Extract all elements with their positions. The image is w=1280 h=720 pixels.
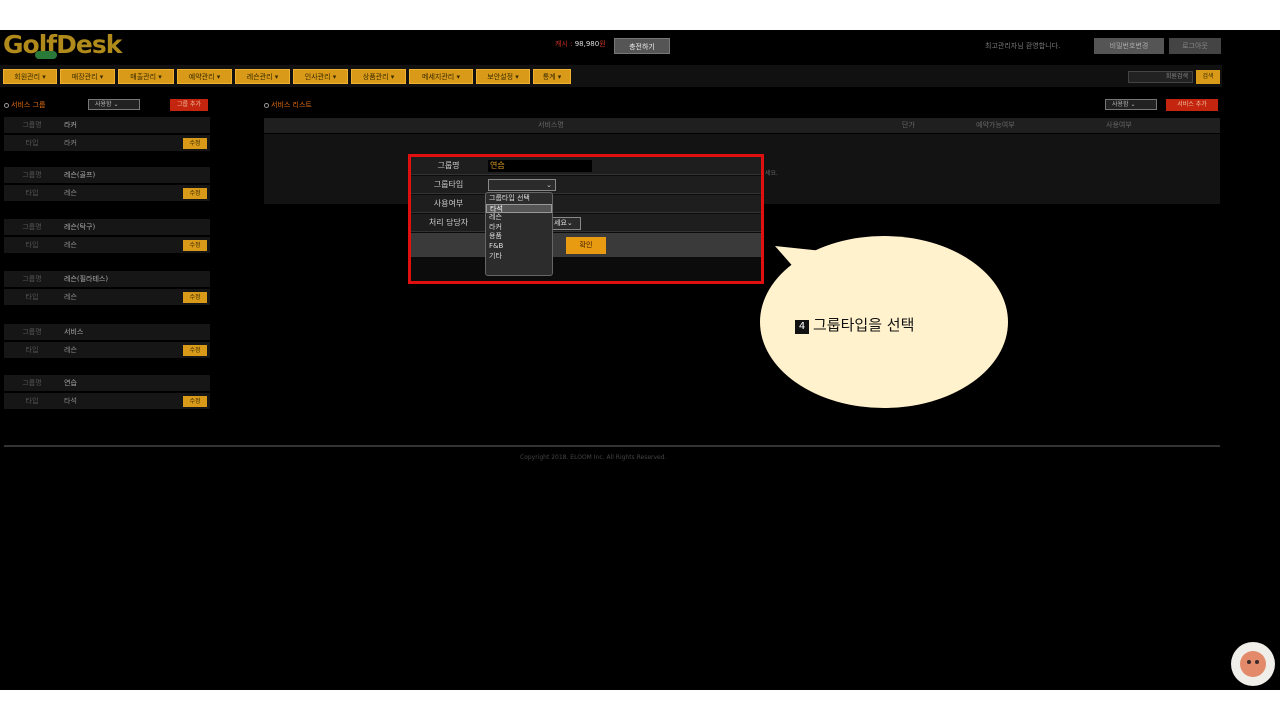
step-number-badge: 4: [795, 320, 809, 334]
callout-message: 그룹타입을 선택: [813, 316, 915, 334]
callout-text: 4 그룹타입을 선택: [795, 314, 914, 335]
callout-tail: [775, 246, 870, 295]
assistant-face-icon: [1240, 651, 1266, 677]
footer-divider: [4, 445, 1220, 447]
assistant-button[interactable]: [1231, 642, 1275, 686]
app-screen: GolfDesk 캐시 : 98,980원 충전하기 최고관리자님 환영합니다.…: [0, 30, 1280, 690]
copyright-text: Copyright 2018. ELOOM Inc. All Rights Re…: [520, 454, 667, 461]
